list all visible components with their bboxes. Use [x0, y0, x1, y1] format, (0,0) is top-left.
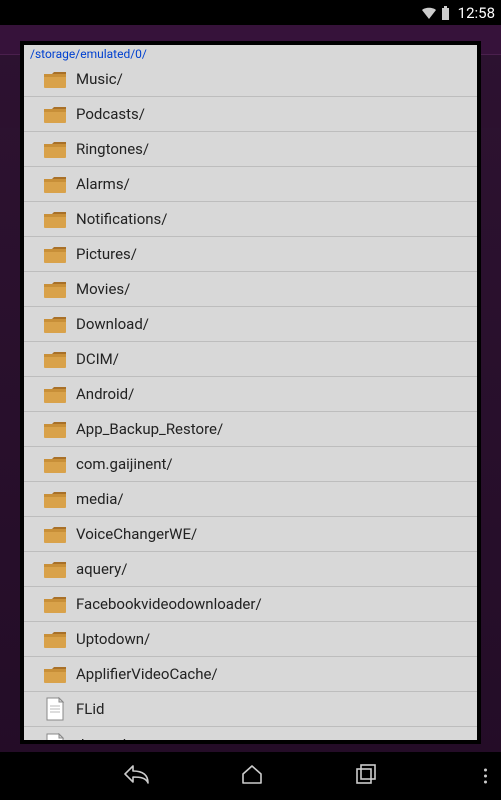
folder-icon: [42, 417, 68, 441]
folder-row[interactable]: com.gaijinent/: [24, 447, 477, 482]
file-name-label: Podcasts/: [76, 105, 145, 123]
file-name-label: Alarms/: [76, 175, 130, 193]
folder-row[interactable]: media/: [24, 482, 477, 517]
file-name-label: aquery/: [76, 560, 127, 578]
folder-row[interactable]: Notifications/: [24, 202, 477, 237]
file-name-label: App_Backup_Restore/: [76, 420, 223, 438]
nav-bar: [0, 752, 501, 800]
folder-icon: [42, 592, 68, 616]
file-name-label: Ringtones/: [76, 140, 149, 158]
wifi-icon: [421, 6, 437, 20]
path-bar[interactable]: /storage/emulated/0/: [24, 45, 477, 62]
file-name-label: Uptodown/: [76, 630, 150, 648]
file-name-label: media/: [76, 490, 124, 508]
folder-row[interactable]: Alarms/: [24, 167, 477, 202]
menu-button[interactable]: [484, 769, 487, 784]
file-name-label: data.ads: [76, 736, 134, 741]
file-row[interactable]: FLid: [24, 692, 477, 727]
folder-row[interactable]: Download/: [24, 307, 477, 342]
folder-row[interactable]: aquery/: [24, 552, 477, 587]
folder-row[interactable]: Uptodown/: [24, 622, 477, 657]
file-picker-dialog: /storage/emulated/0/ Music/Podcasts/Ring…: [20, 41, 481, 744]
folder-icon: [42, 137, 68, 161]
folder-row[interactable]: App_Backup_Restore/: [24, 412, 477, 447]
folder-row[interactable]: Facebookvideodownloader/: [24, 587, 477, 622]
file-icon: [42, 697, 68, 721]
file-name-label: Music/: [76, 70, 123, 88]
folder-row[interactable]: Music/: [24, 62, 477, 97]
folder-icon: [42, 312, 68, 336]
file-name-label: Pictures/: [76, 245, 137, 263]
folder-icon: [42, 627, 68, 651]
folder-icon: [42, 67, 68, 91]
status-time: 12:58: [458, 4, 495, 22]
folder-row[interactable]: Pictures/: [24, 237, 477, 272]
folder-icon: [42, 277, 68, 301]
folder-icon: [42, 102, 68, 126]
folder-row[interactable]: VoiceChangerWE/: [24, 517, 477, 552]
folder-icon: [42, 557, 68, 581]
file-name-label: DCIM/: [76, 350, 119, 368]
file-name-label: Android/: [76, 385, 134, 403]
folder-icon: [42, 487, 68, 511]
folder-icon: [42, 172, 68, 196]
folder-icon: [42, 207, 68, 231]
file-row[interactable]: data.ads: [24, 727, 477, 740]
file-icon: [42, 733, 68, 741]
folder-icon: [42, 242, 68, 266]
file-name-label: VoiceChangerWE/: [76, 525, 197, 543]
folder-row[interactable]: ApplifierVideoCache/: [24, 657, 477, 692]
file-name-label: ApplifierVideoCache/: [76, 665, 218, 683]
recent-apps-button[interactable]: [354, 763, 378, 789]
file-list[interactable]: Music/Podcasts/Ringtones/Alarms/Notifica…: [24, 62, 477, 740]
folder-icon: [42, 382, 68, 406]
file-name-label: Download/: [76, 315, 149, 333]
file-name-label: Movies/: [76, 280, 130, 298]
file-name-label: Facebookvideodownloader/: [76, 595, 262, 613]
folder-row[interactable]: DCIM/: [24, 342, 477, 377]
battery-icon: [441, 6, 450, 20]
folder-icon: [42, 347, 68, 371]
folder-row[interactable]: Ringtones/: [24, 132, 477, 167]
status-bar: 12:58: [0, 0, 501, 25]
folder-icon: [42, 452, 68, 476]
back-button[interactable]: [124, 763, 150, 789]
folder-icon: [42, 662, 68, 686]
folder-icon: [42, 522, 68, 546]
file-name-label: Notifications/: [76, 210, 167, 228]
folder-row[interactable]: Android/: [24, 377, 477, 412]
home-button[interactable]: [240, 763, 264, 789]
folder-row[interactable]: Movies/: [24, 272, 477, 307]
file-name-label: com.gaijinent/: [76, 455, 173, 473]
file-name-label: FLid: [76, 700, 104, 718]
folder-row[interactable]: Podcasts/: [24, 97, 477, 132]
